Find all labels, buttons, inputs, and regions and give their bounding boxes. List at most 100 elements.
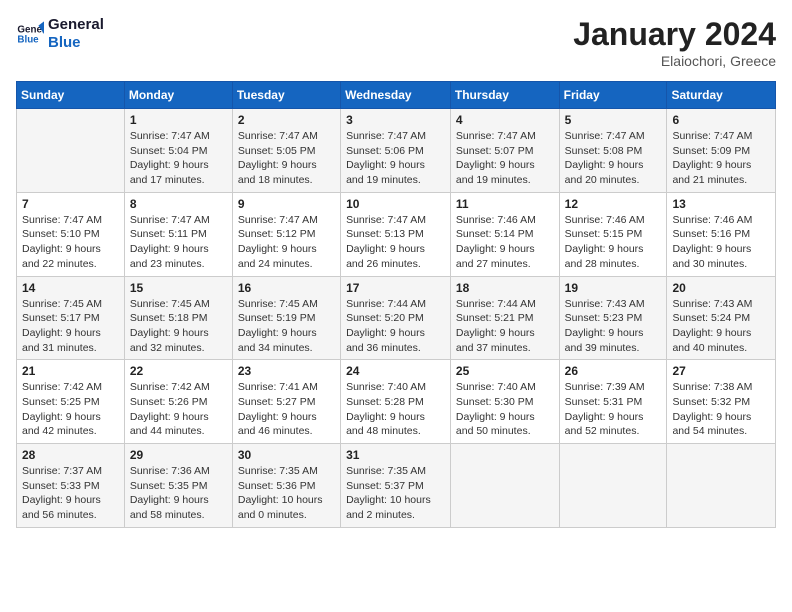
day-info: Sunrise: 7:43 AM Sunset: 5:23 PM Dayligh…	[565, 297, 662, 356]
calendar-cell: 21Sunrise: 7:42 AM Sunset: 5:25 PM Dayli…	[17, 360, 125, 444]
calendar-cell	[559, 444, 667, 528]
day-number: 11	[456, 197, 554, 211]
day-number: 24	[346, 364, 445, 378]
calendar-cell: 7 Sunrise: 7:47 AM Sunset: 5:10 PM Daylig…	[17, 192, 125, 276]
day-info: Sunrise: 7:46 AM Sunset: 5:15 PM Dayligh…	[565, 213, 662, 272]
day-info: Sunrise: 7:47 AM Sunset: 5:12 PM Dayligh…	[238, 213, 335, 272]
calendar-cell: 16Sunrise: 7:45 AM Sunset: 5:19 PM Dayli…	[232, 276, 340, 360]
day-number: 21	[22, 364, 119, 378]
day-number: 4	[456, 113, 554, 127]
calendar-week-row: 21Sunrise: 7:42 AM Sunset: 5:25 PM Dayli…	[17, 360, 776, 444]
day-number: 26	[565, 364, 662, 378]
calendar-cell: 19 Sunrise: 7:43 AM Sunset: 5:23 PM Dayli…	[559, 276, 667, 360]
calendar-week-row: 14Sunrise: 7:45 AM Sunset: 5:17 PM Dayli…	[17, 276, 776, 360]
month-title: January 2024	[573, 16, 776, 53]
calendar-cell: 4 Sunrise: 7:47 AM Sunset: 5:07 PM Daylig…	[450, 109, 559, 193]
day-number: 3	[346, 113, 445, 127]
day-info: Sunrise: 7:45 AM Sunset: 5:18 PM Dayligh…	[130, 297, 227, 356]
calendar-cell: 5Sunrise: 7:47 AM Sunset: 5:08 PM Daylig…	[559, 109, 667, 193]
day-number: 17	[346, 281, 445, 295]
day-info: Sunrise: 7:47 AM Sunset: 5:05 PM Dayligh…	[238, 129, 335, 188]
day-number: 23	[238, 364, 335, 378]
day-number: 27	[672, 364, 770, 378]
calendar-cell: 29 Sunrise: 7:36 AM Sunset: 5:35 PM Dayli…	[124, 444, 232, 528]
day-info: Sunrise: 7:45 AM Sunset: 5:19 PM Dayligh…	[238, 297, 335, 356]
svg-text:Blue: Blue	[17, 34, 39, 45]
day-info: Sunrise: 7:47 AM Sunset: 5:06 PM Dayligh…	[346, 129, 445, 188]
day-info: Sunrise: 7:47 AM Sunset: 5:13 PM Dayligh…	[346, 213, 445, 272]
day-number: 8	[130, 197, 227, 211]
day-number: 12	[565, 197, 662, 211]
day-number: 7	[22, 197, 119, 211]
calendar-cell: 2 Sunrise: 7:47 AM Sunset: 5:05 PM Daylig…	[232, 109, 340, 193]
day-info: Sunrise: 7:35 AM Sunset: 5:36 PM Dayligh…	[238, 464, 335, 523]
day-info: Sunrise: 7:46 AM Sunset: 5:16 PM Dayligh…	[672, 213, 770, 272]
calendar-cell: 23 Sunrise: 7:41 AM Sunset: 5:27 PM Dayli…	[232, 360, 340, 444]
day-info: Sunrise: 7:40 AM Sunset: 5:30 PM Dayligh…	[456, 380, 554, 439]
day-number: 2	[238, 113, 335, 127]
day-info: Sunrise: 7:44 AM Sunset: 5:21 PM Dayligh…	[456, 297, 554, 356]
calendar-cell: 18Sunrise: 7:44 AM Sunset: 5:21 PM Dayli…	[450, 276, 559, 360]
weekday-header-wednesday: Wednesday	[341, 82, 451, 109]
weekday-header-tuesday: Tuesday	[232, 82, 340, 109]
calendar-cell: 3 Sunrise: 7:47 AM Sunset: 5:06 PM Daylig…	[341, 109, 451, 193]
weekday-header-friday: Friday	[559, 82, 667, 109]
day-info: Sunrise: 7:36 AM Sunset: 5:35 PM Dayligh…	[130, 464, 227, 523]
calendar-cell: 22Sunrise: 7:42 AM Sunset: 5:26 PM Dayli…	[124, 360, 232, 444]
day-number: 9	[238, 197, 335, 211]
day-info: Sunrise: 7:47 AM Sunset: 5:11 PM Dayligh…	[130, 213, 227, 272]
calendar-cell	[450, 444, 559, 528]
calendar-cell: 31Sunrise: 7:35 AM Sunset: 5:37 PM Dayli…	[341, 444, 451, 528]
calendar-cell: 10Sunrise: 7:47 AM Sunset: 5:13 PM Dayli…	[341, 192, 451, 276]
calendar-cell: 14Sunrise: 7:45 AM Sunset: 5:17 PM Dayli…	[17, 276, 125, 360]
day-info: Sunrise: 7:47 AM Sunset: 5:09 PM Dayligh…	[672, 129, 770, 188]
calendar-cell: 1Sunrise: 7:47 AM Sunset: 5:04 PM Daylig…	[124, 109, 232, 193]
calendar-cell: 25 Sunrise: 7:40 AM Sunset: 5:30 PM Dayli…	[450, 360, 559, 444]
day-info: Sunrise: 7:40 AM Sunset: 5:28 PM Dayligh…	[346, 380, 445, 439]
calendar-cell: 12 Sunrise: 7:46 AM Sunset: 5:15 PM Dayli…	[559, 192, 667, 276]
day-number: 30	[238, 448, 335, 462]
day-number: 13	[672, 197, 770, 211]
day-number: 29	[130, 448, 227, 462]
calendar-cell: 11 Sunrise: 7:46 AM Sunset: 5:14 PM Dayli…	[450, 192, 559, 276]
calendar-header-row: SundayMondayTuesdayWednesdayThursdayFrid…	[17, 82, 776, 109]
calendar-week-row: 7 Sunrise: 7:47 AM Sunset: 5:10 PM Daylig…	[17, 192, 776, 276]
day-number: 15	[130, 281, 227, 295]
logo-text-line2: Blue	[48, 34, 104, 52]
logo-text-line1: General	[48, 16, 104, 34]
day-info: Sunrise: 7:45 AM Sunset: 5:17 PM Dayligh…	[22, 297, 119, 356]
calendar-week-row: 1Sunrise: 7:47 AM Sunset: 5:04 PM Daylig…	[17, 109, 776, 193]
day-number: 28	[22, 448, 119, 462]
day-number: 6	[672, 113, 770, 127]
calendar-cell: 9 Sunrise: 7:47 AM Sunset: 5:12 PM Daylig…	[232, 192, 340, 276]
day-number: 19	[565, 281, 662, 295]
calendar-cell: 30 Sunrise: 7:35 AM Sunset: 5:36 PM Dayli…	[232, 444, 340, 528]
weekday-header-thursday: Thursday	[450, 82, 559, 109]
weekday-header-monday: Monday	[124, 82, 232, 109]
calendar-week-row: 28 Sunrise: 7:37 AM Sunset: 5:33 PM Dayli…	[17, 444, 776, 528]
calendar-cell: 6 Sunrise: 7:47 AM Sunset: 5:09 PM Daylig…	[667, 109, 776, 193]
day-info: Sunrise: 7:47 AM Sunset: 5:07 PM Dayligh…	[456, 129, 554, 188]
day-info: Sunrise: 7:37 AM Sunset: 5:33 PM Dayligh…	[22, 464, 119, 523]
weekday-header-saturday: Saturday	[667, 82, 776, 109]
day-number: 25	[456, 364, 554, 378]
calendar-cell: 28 Sunrise: 7:37 AM Sunset: 5:33 PM Dayli…	[17, 444, 125, 528]
day-info: Sunrise: 7:43 AM Sunset: 5:24 PM Dayligh…	[672, 297, 770, 356]
calendar-cell: 26Sunrise: 7:39 AM Sunset: 5:31 PM Dayli…	[559, 360, 667, 444]
day-info: Sunrise: 7:41 AM Sunset: 5:27 PM Dayligh…	[238, 380, 335, 439]
calendar-cell: 17Sunrise: 7:44 AM Sunset: 5:20 PM Dayli…	[341, 276, 451, 360]
calendar-cell: 13 Sunrise: 7:46 AM Sunset: 5:16 PM Dayli…	[667, 192, 776, 276]
calendar-cell	[667, 444, 776, 528]
title-section: January 2024 Elaiochori, Greece	[573, 16, 776, 69]
logo: General Blue General Blue	[16, 16, 104, 52]
page-header: General Blue General Blue January 2024 E…	[16, 16, 776, 69]
day-info: Sunrise: 7:47 AM Sunset: 5:10 PM Dayligh…	[22, 213, 119, 272]
day-info: Sunrise: 7:38 AM Sunset: 5:32 PM Dayligh…	[672, 380, 770, 439]
day-info: Sunrise: 7:47 AM Sunset: 5:04 PM Dayligh…	[130, 129, 227, 188]
day-info: Sunrise: 7:46 AM Sunset: 5:14 PM Dayligh…	[456, 213, 554, 272]
calendar-cell	[17, 109, 125, 193]
day-number: 20	[672, 281, 770, 295]
calendar-cell: 8 Sunrise: 7:47 AM Sunset: 5:11 PM Daylig…	[124, 192, 232, 276]
calendar-table: SundayMondayTuesdayWednesdayThursdayFrid…	[16, 81, 776, 528]
day-info: Sunrise: 7:42 AM Sunset: 5:26 PM Dayligh…	[130, 380, 227, 439]
